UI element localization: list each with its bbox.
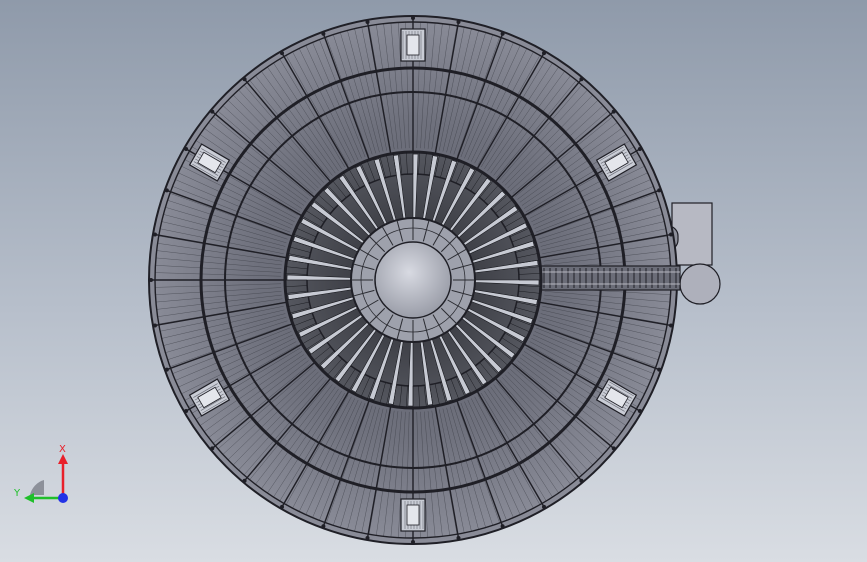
cad-viewport[interactable]: X Y [0, 0, 867, 562]
x-axis-label: X [59, 444, 66, 455]
hatch-bottom [400, 498, 426, 532]
rim-bolt [321, 31, 326, 36]
rim-bolt [611, 109, 616, 114]
rim-bolt [657, 188, 662, 193]
rim-bolt [365, 536, 370, 541]
rim-bolt [242, 478, 247, 483]
rim-bolt [579, 478, 584, 483]
rim-bolt [164, 367, 169, 372]
rim-bolt [242, 77, 247, 82]
rim-bolt [280, 504, 284, 509]
rim-bolt [184, 147, 189, 151]
rim-bolt [411, 16, 415, 20]
rim-bolt [657, 367, 662, 372]
triad-plane-shade [30, 480, 44, 495]
rim-bolt [579, 77, 584, 82]
x-axis-arrow [58, 454, 68, 464]
rim-bolt [210, 446, 215, 451]
hatch-top [400, 28, 426, 62]
rim-bolt [456, 19, 461, 24]
rim-bolt [149, 278, 153, 282]
rim-bolt [637, 147, 642, 151]
center-hub[interactable] [374, 241, 452, 319]
rim-bolt [411, 540, 415, 544]
orientation-triad: X Y [13, 444, 68, 503]
hatch-cover [406, 504, 420, 526]
rim-bolt [500, 524, 505, 529]
rim-bolt [500, 31, 505, 36]
y-axis-label: Y [13, 488, 21, 499]
rim-bolt [669, 323, 674, 328]
rim-bolt [542, 51, 546, 56]
rim-bolt [152, 232, 157, 237]
z-axis-dot [58, 493, 68, 503]
rim-bolt [280, 51, 284, 56]
rim-bolt [669, 232, 674, 237]
rim-bolt [637, 409, 642, 413]
y-axis-arrow [24, 493, 34, 503]
hatch-cover [406, 34, 420, 56]
rim-bolt [164, 188, 169, 193]
rim-bolt [321, 524, 326, 529]
rim-bolt [542, 504, 546, 509]
rim-bolt [611, 446, 616, 451]
tank-top-view-model[interactable] [0, 0, 867, 562]
rim-bolt [210, 109, 215, 114]
rim-bolt [184, 409, 189, 413]
rim-bolt [152, 323, 157, 328]
rim-bolt [365, 19, 370, 24]
walkway-ladder[interactable] [539, 265, 681, 291]
rim-bolt [456, 536, 461, 541]
